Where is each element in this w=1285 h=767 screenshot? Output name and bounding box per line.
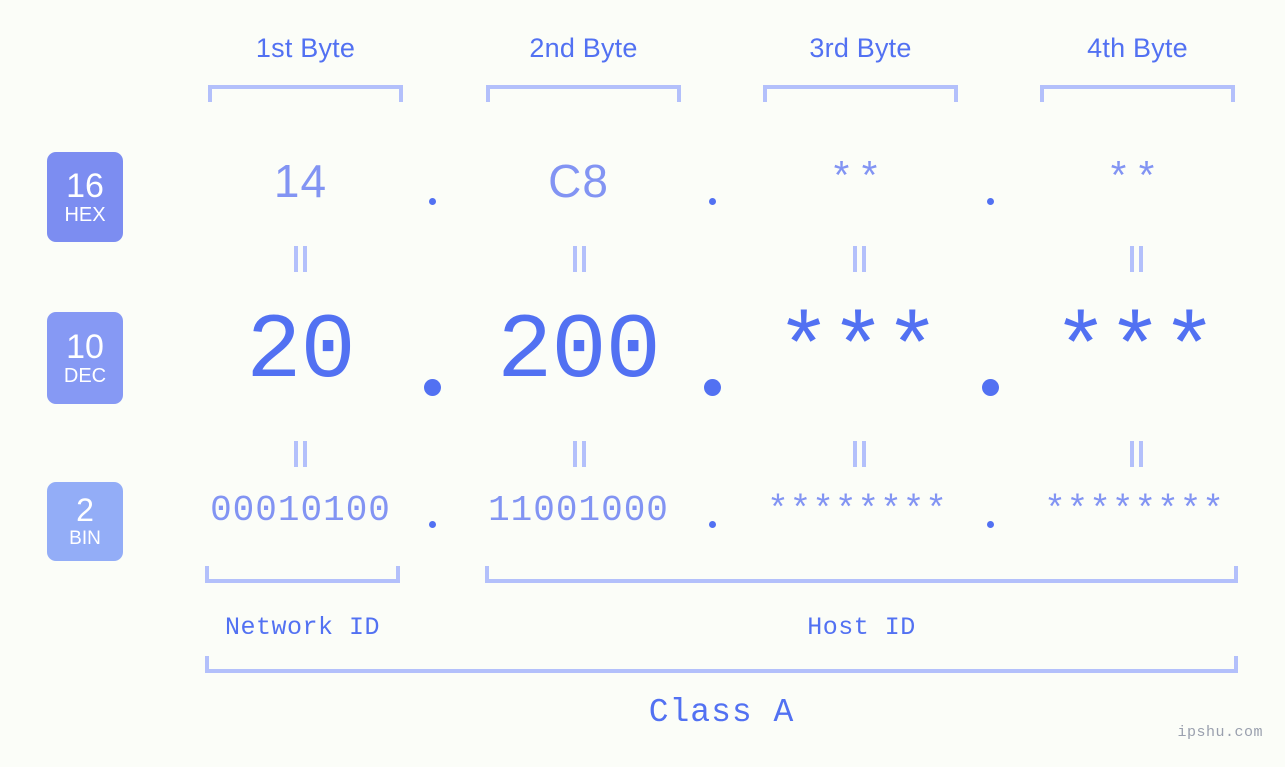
hex-byte-2: C8 bbox=[548, 155, 609, 207]
equals-marker-dec-bin-2 bbox=[573, 441, 586, 467]
bin-separator-dot-3 bbox=[987, 521, 994, 528]
base-badge-bin-number: 2 bbox=[76, 492, 94, 528]
base-badge-hex-number: 16 bbox=[66, 166, 104, 205]
dec-byte-3: *** bbox=[776, 299, 940, 404]
host-id-label: Host ID bbox=[807, 613, 916, 642]
base-badge-bin-label: BIN bbox=[69, 528, 101, 549]
byte-header-1: 1st Byte bbox=[255, 33, 356, 63]
byte-header-3: 3rd Byte bbox=[809, 33, 912, 63]
class-bracket bbox=[205, 656, 1238, 673]
byte-bracket-top-1 bbox=[208, 85, 403, 102]
byte-bracket-top-4 bbox=[1040, 85, 1235, 102]
bin-byte-3: ******** bbox=[767, 490, 948, 531]
byte-header-4: 4th Byte bbox=[1087, 33, 1188, 63]
dec-byte-4: *** bbox=[1053, 299, 1217, 404]
byte-header-2: 2nd Byte bbox=[529, 33, 638, 63]
ip-byte-diagram: 1st Byte 2nd Byte 3rd Byte 4th Byte 16 H… bbox=[0, 0, 1285, 767]
dec-separator-dot-3 bbox=[982, 379, 999, 396]
base-badge-hex-label: HEX bbox=[64, 203, 106, 226]
bin-byte-1: 00010100 bbox=[210, 490, 391, 531]
hex-separator-dot-1 bbox=[429, 198, 436, 205]
base-badge-dec: 10 DEC bbox=[47, 312, 123, 404]
watermark: ipshu.com bbox=[1177, 724, 1263, 741]
equals-marker-hex-dec-1 bbox=[294, 246, 307, 272]
bin-byte-4: ******** bbox=[1044, 490, 1225, 531]
byte-bracket-top-2 bbox=[486, 85, 681, 102]
equals-marker-dec-bin-1 bbox=[294, 441, 307, 467]
hex-separator-dot-2 bbox=[709, 198, 716, 205]
dec-byte-2: 200 bbox=[497, 299, 661, 404]
byte-bracket-top-3 bbox=[763, 85, 958, 102]
bin-byte-2: 11001000 bbox=[488, 490, 669, 531]
network-id-bracket bbox=[205, 566, 400, 583]
base-badge-dec-number: 10 bbox=[66, 327, 104, 366]
base-badge-dec-label: DEC bbox=[63, 364, 107, 387]
bin-separator-dot-2 bbox=[709, 521, 716, 528]
equals-marker-dec-bin-4 bbox=[1130, 441, 1143, 467]
hex-byte-1: 14 bbox=[273, 155, 328, 207]
dec-separator-dot-1 bbox=[424, 379, 441, 396]
equals-marker-hex-dec-4 bbox=[1130, 246, 1143, 272]
base-badge-bin: 2 BIN bbox=[47, 482, 123, 561]
class-label: Class A bbox=[648, 694, 795, 731]
base-badge-hex: 16 HEX bbox=[47, 152, 123, 242]
hex-separator-dot-3 bbox=[987, 198, 994, 205]
equals-marker-hex-dec-3 bbox=[853, 246, 866, 272]
network-id-label: Network ID bbox=[224, 613, 381, 642]
equals-marker-hex-dec-2 bbox=[573, 246, 586, 272]
dec-byte-1: 20 bbox=[246, 299, 355, 404]
equals-marker-dec-bin-3 bbox=[853, 441, 866, 467]
bin-separator-dot-1 bbox=[429, 521, 436, 528]
hex-byte-4: ** bbox=[1106, 158, 1163, 203]
host-id-bracket bbox=[485, 566, 1238, 583]
dec-separator-dot-2 bbox=[704, 379, 721, 396]
hex-byte-3: ** bbox=[829, 158, 886, 203]
